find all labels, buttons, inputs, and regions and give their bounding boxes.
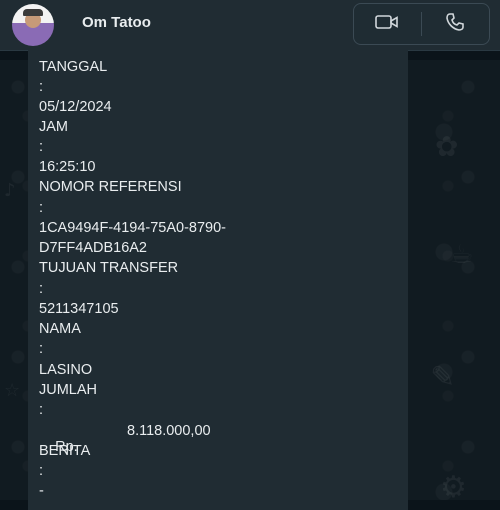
jumlah-label: JUMLAH (39, 382, 98, 398)
referensi-label: NOMOR REFERENSI (39, 179, 182, 195)
message-bubble[interactable]: TANGGAL : 05/12/2024 JAM : 16:25:10 NOMO… (28, 50, 408, 510)
chat-header: Om Tatoo (0, 0, 500, 51)
jam-separator: : (39, 139, 44, 155)
tujuan-transfer-separator: : (39, 281, 44, 297)
avatar-hat (23, 9, 43, 16)
berita-label: BERITA (39, 443, 91, 459)
call-button-group (353, 3, 490, 45)
voice-call-button[interactable] (422, 4, 488, 44)
referensi-value-line2: D7FF4ADB16A2 (39, 240, 147, 256)
nama-separator: : (39, 341, 44, 357)
tujuan-transfer-value: 5211347105 (39, 301, 119, 317)
jam-label: JAM (39, 119, 68, 135)
phone-icon (445, 12, 465, 37)
tanggal-label: TANGGAL (39, 59, 108, 75)
video-call-button[interactable] (354, 4, 420, 44)
referensi-separator: : (39, 200, 44, 216)
wallpaper-doodle-icon: ✎ (430, 360, 456, 395)
jam-value: 16:25:10 (39, 159, 96, 175)
contact-name[interactable]: Om Tatoo (82, 14, 151, 31)
berita-value: - (39, 483, 44, 499)
jumlah-separator: : (39, 402, 44, 418)
nama-label: NAMA (39, 321, 81, 337)
wallpaper-doodle-icon: ✿ (435, 130, 459, 163)
wallpaper-doodle-icon: ☆ (4, 380, 21, 401)
berita-separator: : (39, 463, 44, 479)
wallpaper-doodle-icon: ☕ (450, 240, 474, 270)
jumlah-amount: 8.118.000,00 (127, 423, 211, 439)
wallpaper-doodle-icon: ♪ (4, 180, 16, 201)
tanggal-value: 05/12/2024 (39, 99, 112, 115)
nama-value: LASINO (39, 362, 93, 378)
avatar[interactable] (12, 4, 54, 46)
tanggal-separator: : (39, 79, 44, 95)
video-camera-icon (375, 13, 399, 36)
tujuan-transfer-label: TUJUAN TRANSFER (39, 260, 179, 276)
referensi-value-line1: 1CA9494F-4194-75A0-8790- (39, 220, 227, 236)
